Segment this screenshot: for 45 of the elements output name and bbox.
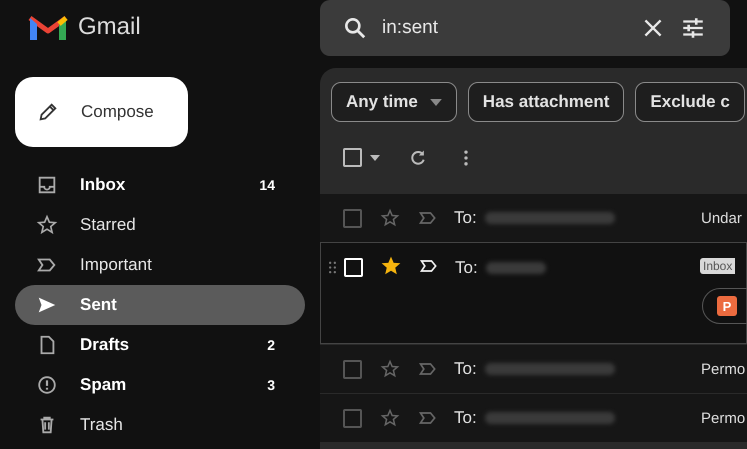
sidebar-item[interactable]: Drafts 2	[15, 325, 305, 365]
email-row[interactable]: To: Inbox P	[320, 242, 747, 344]
email-subject: Permo	[701, 360, 746, 378]
drag-handle-icon[interactable]	[329, 261, 336, 274]
email-row[interactable]: To: Permo	[320, 344, 747, 393]
filter-chip[interactable]: Any time	[331, 82, 457, 122]
email-row[interactable]: To: Permo	[320, 393, 747, 442]
sidebar-item[interactable]: Trash	[15, 405, 305, 445]
row-checkbox[interactable]	[343, 208, 362, 228]
sidebar-item[interactable]: Sent	[15, 285, 305, 325]
sidebar-item[interactable]: Inbox 14	[15, 165, 305, 205]
star-icon[interactable]	[380, 359, 400, 379]
app-name: Gmail	[78, 13, 141, 41]
star-icon[interactable]	[380, 408, 400, 428]
pencil-icon	[37, 101, 59, 123]
row-checkbox[interactable]	[343, 360, 362, 378]
exclamation-icon	[36, 374, 58, 396]
select-all-checkbox[interactable]	[343, 148, 362, 167]
filter-chip[interactable]: Has attachment	[468, 82, 624, 122]
recipient-label: To:	[455, 258, 478, 278]
compose-button[interactable]: Compose	[15, 77, 188, 147]
file-type-icon: P	[717, 296, 737, 316]
recipient-label: To:	[454, 408, 477, 428]
recipient-label: To:	[454, 208, 477, 228]
sidebar-item[interactable]: Important	[15, 245, 305, 285]
row-checkbox[interactable]	[343, 408, 362, 428]
star-icon	[36, 214, 58, 236]
email-subject: Undar	[701, 210, 742, 226]
caret-icon[interactable]	[370, 154, 380, 160]
unread-count: 2	[267, 337, 275, 353]
redacted-recipient	[486, 262, 546, 274]
unread-count: 3	[267, 377, 275, 393]
recipient-label: To:	[454, 359, 477, 379]
search-field[interactable]: in:sent	[382, 17, 626, 39]
inbox-icon	[36, 174, 58, 196]
star-icon[interactable]	[380, 208, 400, 228]
search-icon	[342, 15, 368, 41]
email-row[interactable]: To: Undar	[320, 193, 747, 242]
email-subject: Permo	[701, 410, 746, 426]
unread-count: 14	[259, 177, 275, 193]
sidebar-item[interactable]: Starred	[15, 205, 305, 245]
filter-chip[interactable]: Exclude c	[635, 82, 745, 122]
label-tag: Inbox	[700, 258, 736, 274]
sidebar-item[interactable]: Spam 3	[15, 365, 305, 405]
star-icon[interactable]	[381, 256, 401, 276]
